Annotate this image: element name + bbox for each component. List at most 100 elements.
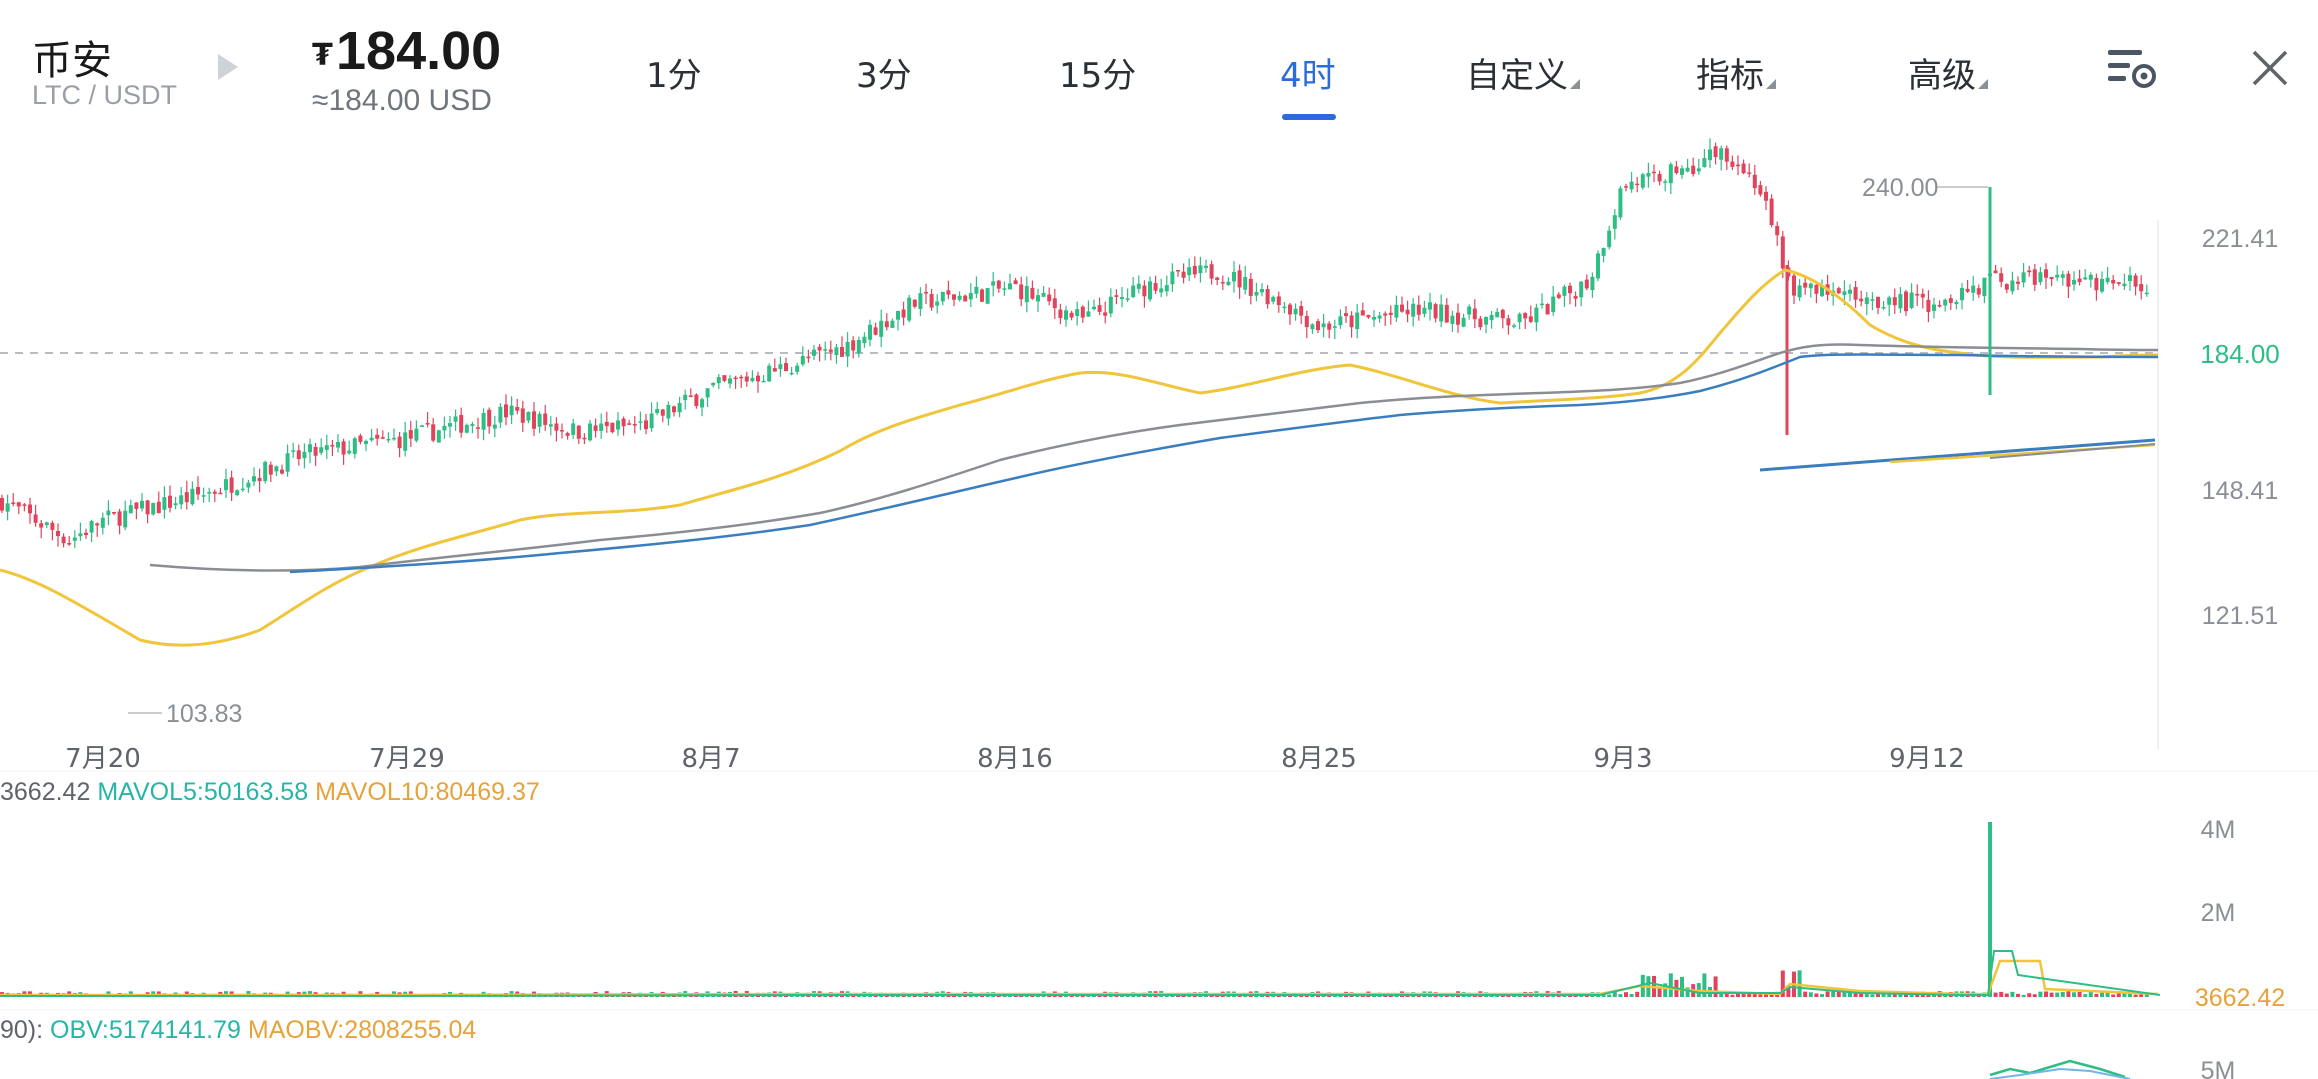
candle-body <box>257 477 262 482</box>
candle-body <box>268 464 273 475</box>
candle-body <box>1293 308 1298 315</box>
candle-body <box>565 433 570 436</box>
candle-body <box>862 336 867 344</box>
candle-body <box>2072 279 2076 285</box>
candle-body <box>2021 272 2026 283</box>
volume-bar <box>1808 992 1813 997</box>
candle-body <box>347 450 352 454</box>
tab-1m[interactable]: 1分 <box>646 48 702 97</box>
candle-body <box>1523 313 1528 319</box>
candle-body <box>890 320 895 328</box>
trading-pair[interactable]: LTC / USDT <box>32 80 177 111</box>
volume-bar <box>1915 994 1920 997</box>
candle-body <box>229 477 234 493</box>
candle-body <box>1752 174 1757 189</box>
vol-value: 3662.42 <box>0 778 91 806</box>
candle-body <box>397 436 402 449</box>
candle-body <box>1164 285 1169 292</box>
candle-body <box>1646 172 1651 177</box>
candle-body <box>5 503 10 512</box>
volume-bar <box>2128 993 2132 997</box>
candle-body <box>856 339 861 354</box>
candle-body <box>834 347 839 356</box>
tab-3m[interactable]: 3分 <box>856 48 912 97</box>
candle-body <box>666 404 671 419</box>
date-tick: 9月12 <box>1889 744 1965 774</box>
candle-body <box>2088 274 2093 280</box>
candle-body <box>1915 293 1920 296</box>
volume-bar <box>2010 991 2015 997</box>
volume-current-tag: 3662.42 <box>2195 984 2285 1012</box>
candle-body <box>33 514 38 523</box>
candle-body <box>795 365 800 372</box>
volume-bar <box>2004 993 2009 997</box>
obv-legend: 90): OBV:5174141.79 MAOBV:2808255.04 <box>0 1016 476 1045</box>
candle-body <box>1663 181 1668 183</box>
candle-body <box>1635 183 1640 186</box>
tab-advanced[interactable]: 高级 <box>1908 48 1988 97</box>
candle-body <box>812 349 816 356</box>
candle-body <box>1545 304 1550 315</box>
close-icon[interactable] <box>2250 48 2290 88</box>
candle-body <box>632 424 637 426</box>
tab-indicators[interactable]: 指标 <box>1696 48 1776 97</box>
tab-4h[interactable]: 4时 <box>1280 48 1336 97</box>
candle-body <box>1562 286 1567 296</box>
candle-body <box>28 504 32 514</box>
candle-body <box>1008 283 1012 290</box>
candle-body <box>1960 288 1964 301</box>
candle-body <box>1097 305 1102 312</box>
candle-body <box>1148 281 1152 300</box>
candle-body <box>2010 280 2015 292</box>
candle-body <box>1209 264 1214 279</box>
candle-body <box>1131 285 1136 298</box>
candle-body <box>1299 306 1304 316</box>
tab-custom[interactable]: 自定义 <box>1466 48 1580 97</box>
candle-body <box>1747 172 1752 174</box>
dropdown-corner-icon <box>1978 79 1988 89</box>
candle-body <box>1456 312 1460 325</box>
candle-body <box>1439 304 1444 322</box>
candle-body <box>806 356 811 359</box>
candle-body <box>280 469 284 474</box>
candle-body <box>1512 325 1516 327</box>
candle-body <box>940 291 945 302</box>
candle-body <box>140 500 144 509</box>
candle-body <box>252 476 256 482</box>
candle-body <box>190 488 195 505</box>
candle-body <box>744 376 749 382</box>
candle-body <box>1405 309 1410 315</box>
candle-body <box>2077 278 2082 283</box>
tab-15m[interactable]: 15分 <box>1059 48 1136 97</box>
candle-body <box>1836 288 1841 294</box>
candle-body <box>1176 269 1180 272</box>
candle-body <box>67 543 72 545</box>
chart-settings-icon[interactable] <box>2106 46 2158 92</box>
candle-body <box>2133 275 2138 287</box>
volume-bar <box>2094 993 2099 997</box>
candle-body <box>896 311 900 320</box>
ma-mid-line <box>149 343 2159 572</box>
candle-body <box>425 422 430 425</box>
kline-chart[interactable]: 240.00 103.83 221.41 184.00 148.41 121.5… <box>0 135 2318 1079</box>
volume-axis-label: 2M <box>2201 899 2236 927</box>
candle-body <box>537 413 542 427</box>
candle-body <box>548 424 553 427</box>
volume-bar <box>1741 994 1746 997</box>
candle-body <box>800 356 805 365</box>
candle-body <box>1013 280 1018 285</box>
candle-body <box>929 294 934 308</box>
candle-body <box>912 299 917 307</box>
candle-body <box>84 532 88 536</box>
candle-body <box>1500 309 1505 319</box>
candle-body <box>968 293 973 300</box>
date-tick: 7月29 <box>369 744 445 774</box>
candle-body <box>1685 167 1690 172</box>
candle-body <box>2100 279 2104 292</box>
candle-body <box>324 445 329 450</box>
candle-body <box>487 409 492 427</box>
candle-body <box>1064 310 1068 320</box>
play-icon[interactable] <box>218 54 238 80</box>
volume-bar <box>1831 991 1836 997</box>
candle-body <box>1136 283 1141 289</box>
